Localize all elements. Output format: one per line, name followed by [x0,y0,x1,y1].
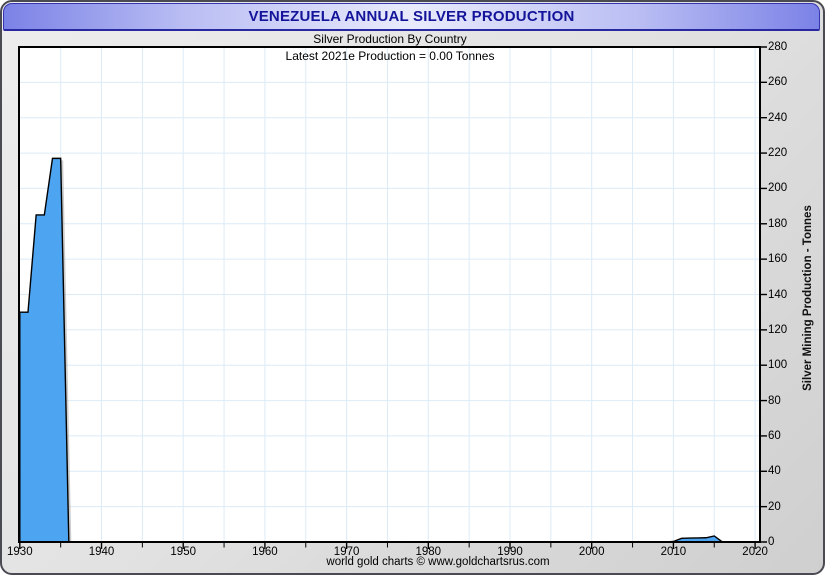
y-axis-tick-label: 120 [768,323,788,336]
y-axis-tick-label: 200 [768,182,788,195]
chart-window-stage: VENEZUELA ANNUAL SILVER PRODUCTION Silve… [0,0,825,575]
y-axis-tick-label: 100 [768,359,788,372]
x-axis-tick-label: 2020 [742,546,768,558]
y-axis-tick-label: 160 [768,253,788,266]
y-axis-tick-label: 140 [768,288,788,301]
y-axis-tick-label: 0 [768,536,775,548]
y-axis-tick-label: 260 [768,76,788,89]
x-axis-tick-label: 1960 [252,546,278,558]
y-axis-title: Silver Mining Production - Tonnes [802,205,814,391]
y-axis-tick-label: 20 [768,500,781,513]
x-axis-tick-label: 1940 [88,546,115,558]
x-axis-tick-label: 2010 [660,546,687,558]
y-axis-tick-label: 40 [768,465,781,478]
chart-window: VENEZUELA ANNUAL SILVER PRODUCTION Silve… [0,0,825,575]
y-axis-tick-label: 280 [768,41,788,53]
y-axis-tick-label: 60 [768,429,781,442]
y-axis-tick-label: 220 [768,147,788,160]
footer-credit: world gold charts © www.goldchartsrus.co… [326,556,550,568]
x-axis-tick-label: 1930 [7,546,33,558]
x-axis-tick-label: 1950 [170,546,196,558]
y-axis-tick-label: 180 [768,217,788,230]
latest-production-annotation: Latest 2021e Production = 0.00 Tonnes [285,49,495,63]
plot-area [18,46,767,549]
y-axis-tick-label: 240 [768,111,788,124]
y-axis-tick-label: 80 [768,394,781,407]
x-axis-tick-label: 2000 [578,546,605,558]
